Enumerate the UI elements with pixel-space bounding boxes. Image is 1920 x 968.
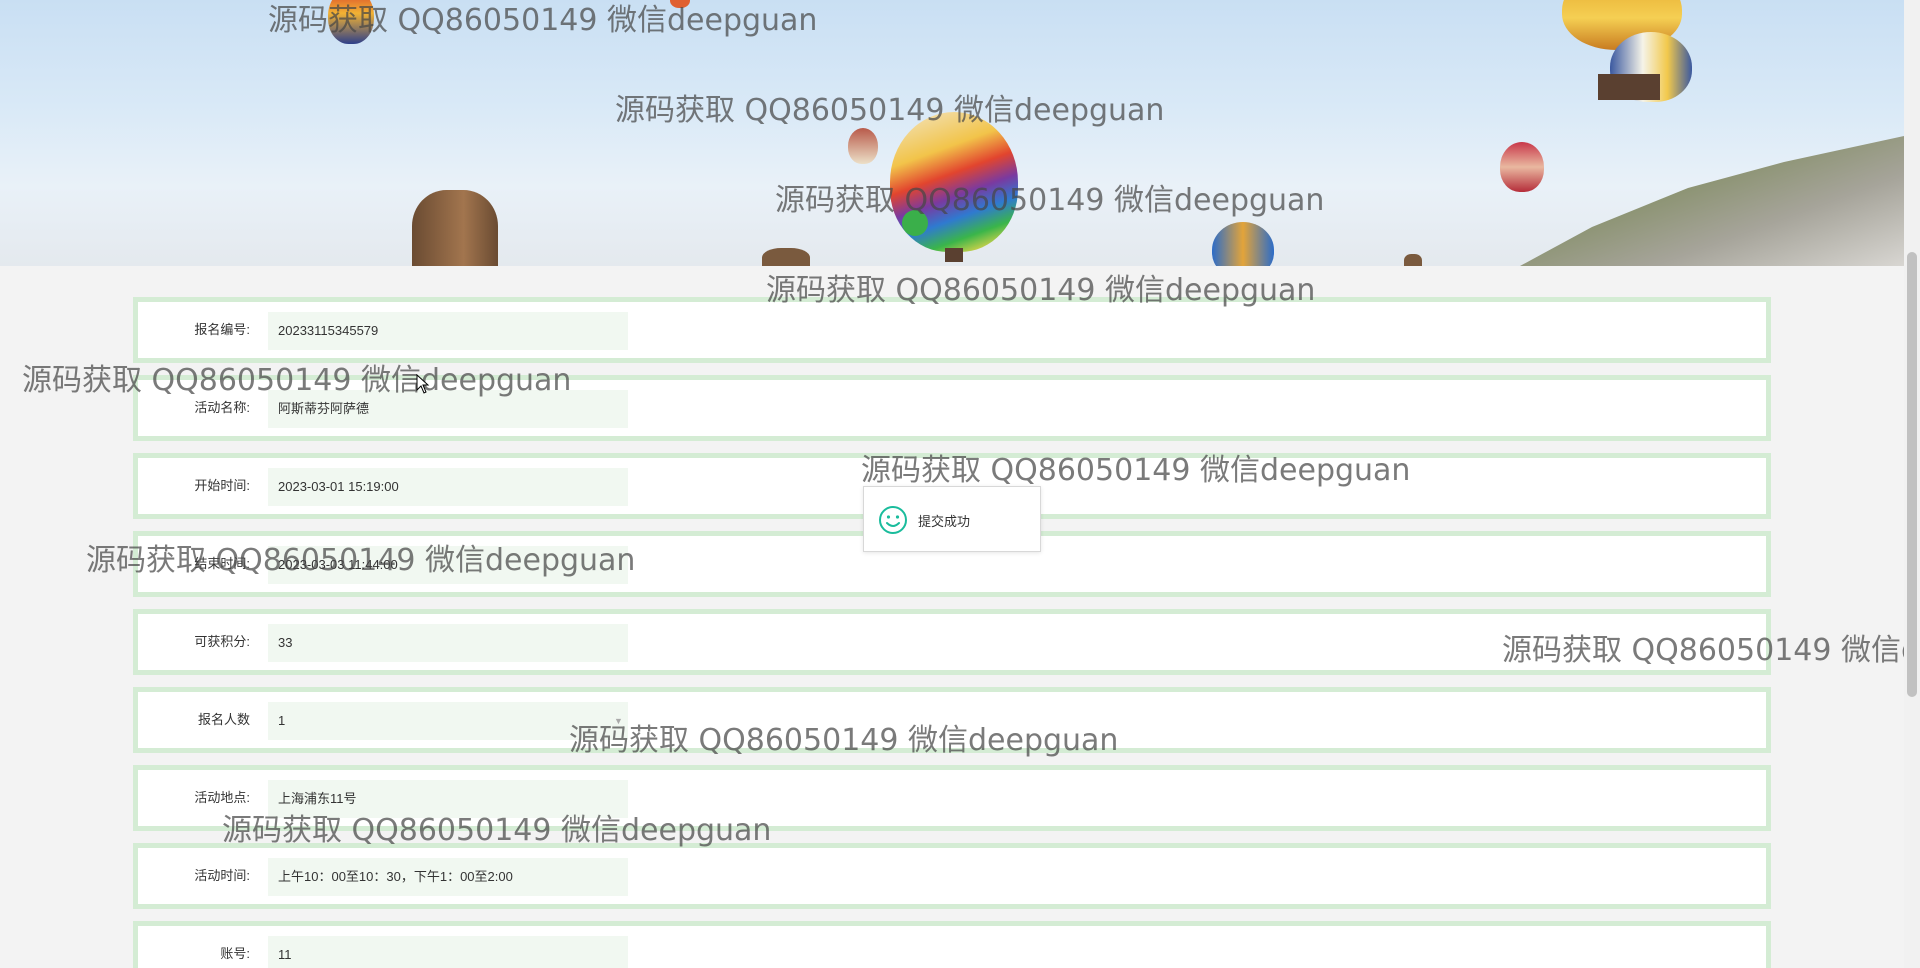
points-field[interactable] — [268, 624, 628, 662]
account-label: 账号: — [220, 946, 250, 961]
form-row-signup-id: 报名编号: — [133, 297, 1771, 363]
balloon-basket — [945, 248, 963, 262]
scrollbar-thumb[interactable] — [1907, 252, 1917, 697]
form-row-participants: 报名人数 ▼ — [133, 687, 1771, 753]
toast-message: 提交成功 — [918, 514, 971, 529]
form-row-activity-name: 活动名称: — [133, 375, 1771, 441]
end-time-label: 结束时间: — [194, 556, 250, 571]
smile-icon — [879, 506, 907, 534]
mouse-cursor-icon — [416, 374, 430, 394]
form-row-points: 可获积分: — [133, 609, 1771, 675]
start-time-field[interactable] — [268, 468, 628, 506]
activity-time-field[interactable] — [268, 858, 628, 896]
activity-name-label: 活动名称: — [194, 400, 250, 415]
hot-air-balloon — [1212, 222, 1274, 266]
hot-air-balloon — [670, 0, 690, 8]
rock-formation — [412, 190, 498, 266]
rock-formation — [762, 248, 810, 266]
form-row-location: 活动地点: — [133, 765, 1771, 831]
balloon-basket — [1598, 74, 1660, 100]
form-row-account: 账号: — [133, 921, 1771, 968]
activity-time-label: 活动时间: — [194, 868, 250, 883]
form-row-activity-time: 活动时间: — [133, 843, 1771, 909]
start-time-label: 开始时间: — [194, 478, 250, 493]
hot-air-balloon — [1500, 142, 1544, 192]
success-toast: 提交成功 — [863, 486, 1041, 552]
location-field[interactable] — [268, 780, 628, 818]
chevron-down-icon[interactable]: ▼ — [614, 716, 623, 726]
participants-label: 报名人数 — [197, 712, 250, 727]
rock-formation — [1404, 254, 1422, 266]
hot-air-balloon — [328, 0, 374, 44]
participants-select[interactable] — [268, 702, 628, 740]
signup-id-field[interactable] — [268, 312, 628, 350]
account-field[interactable] — [268, 936, 628, 968]
status-dot — [902, 210, 928, 236]
hero-banner — [0, 0, 1904, 266]
hillside — [1520, 136, 1904, 266]
signup-id-label: 报名编号: — [194, 322, 250, 337]
location-label: 活动地点: — [194, 790, 250, 805]
points-label: 可获积分: — [194, 634, 250, 649]
activity-name-field[interactable] — [268, 390, 628, 428]
scrollbar[interactable] — [1904, 0, 1920, 968]
end-time-field[interactable] — [268, 546, 628, 584]
hot-air-balloon — [848, 128, 878, 164]
